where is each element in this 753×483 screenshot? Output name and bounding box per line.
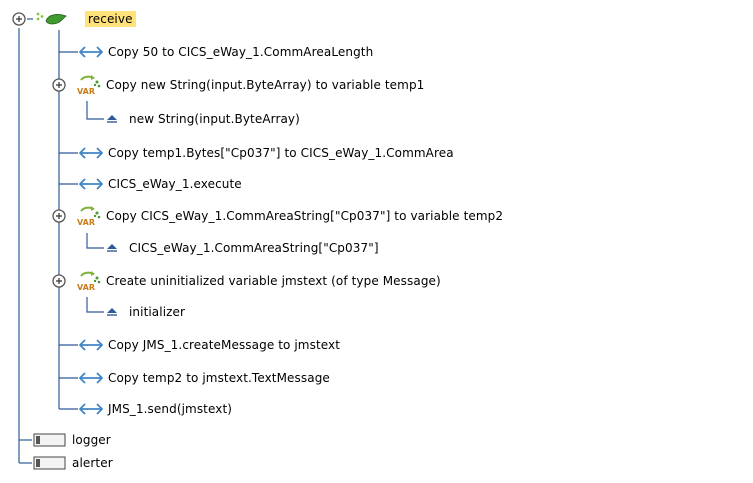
node-label: CICS_eWay_1.execute bbox=[108, 177, 242, 191]
node-label: Copy temp1.Bytes["Cp037"] to CICS_eWay_1… bbox=[108, 146, 454, 160]
tree-node-copy-commarea[interactable]: Copy temp1.Bytes["Cp037"] to CICS_eWay_1… bbox=[79, 142, 454, 164]
node-label: CICS_eWay_1.CommAreaString["Cp037"] bbox=[129, 241, 379, 255]
node-label: JMS_1.send(jmstext) bbox=[108, 402, 233, 416]
node-label: new String(input.ByteArray) bbox=[129, 112, 300, 126]
tree-node-commarea-string[interactable]: CICS_eWay_1.CommAreaString["Cp037"] bbox=[106, 237, 379, 259]
variable-icon: VAR bbox=[76, 74, 101, 96]
svg-text:VAR: VAR bbox=[77, 283, 95, 292]
copy-temp1-collapse-toggle[interactable] bbox=[51, 77, 69, 95]
component-box-icon bbox=[33, 433, 67, 447]
copy-temp2-collapse-toggle[interactable] bbox=[51, 208, 69, 226]
svg-text:VAR: VAR bbox=[77, 218, 95, 227]
receive-label: receive bbox=[85, 11, 136, 27]
tree-node-create-message[interactable]: Copy JMS_1.createMessage to jmstext bbox=[79, 334, 340, 356]
tree-node-copy-commarea-length[interactable]: Copy 50 to CICS_eWay_1.CommAreaLength bbox=[79, 41, 373, 63]
tree-node-copy-textmessage[interactable]: Copy temp2 to jmstext.TextMessage bbox=[79, 367, 330, 389]
copy-arrow-icon bbox=[79, 402, 103, 416]
tree-node-alerter[interactable]: alerter bbox=[33, 452, 113, 474]
copy-arrow-icon bbox=[79, 371, 103, 385]
tree-node-jms-send[interactable]: JMS_1.send(jmstext) bbox=[79, 398, 232, 420]
tree-node-copy-temp2[interactable]: VAR Copy CICS_eWay_1.CommAreaString["Cp0… bbox=[76, 205, 503, 227]
tree-node-receive[interactable]: receive bbox=[34, 8, 136, 30]
copy-arrow-icon bbox=[79, 177, 103, 191]
node-label: Copy 50 to CICS_eWay_1.CommAreaLength bbox=[108, 45, 374, 59]
svg-text:VAR: VAR bbox=[77, 87, 95, 96]
node-label: logger bbox=[72, 433, 111, 447]
operation-icon bbox=[34, 10, 80, 28]
copy-arrow-icon bbox=[79, 338, 103, 352]
variable-icon: VAR bbox=[76, 270, 101, 292]
node-label: Copy new String(input.ByteArray) to vari… bbox=[106, 78, 425, 92]
node-label: Copy temp2 to jmstext.TextMessage bbox=[108, 371, 330, 385]
node-label: alerter bbox=[72, 456, 113, 470]
tree-node-logger[interactable]: logger bbox=[33, 429, 111, 451]
mapping-tree: receive Copy 50 to CICS_eWay_1.CommAreaL… bbox=[0, 0, 753, 483]
root-collapse-toggle[interactable] bbox=[11, 11, 29, 29]
node-label: Create uninitialized variable jmstext (o… bbox=[106, 274, 441, 288]
tree-node-initializer[interactable]: initializer bbox=[106, 301, 185, 323]
copy-arrow-icon bbox=[79, 146, 103, 160]
component-box-icon bbox=[33, 456, 67, 470]
jmstext-collapse-toggle[interactable] bbox=[51, 273, 69, 291]
tree-node-create-jmstext[interactable]: VAR Create uninitialized variable jmstex… bbox=[76, 270, 441, 292]
triangle-up-icon bbox=[106, 242, 118, 254]
variable-icon: VAR bbox=[76, 205, 101, 227]
triangle-up-icon bbox=[106, 306, 118, 318]
triangle-up-icon bbox=[106, 113, 118, 125]
copy-arrow-icon bbox=[79, 45, 103, 59]
node-label: Copy CICS_eWay_1.CommAreaString["Cp037"]… bbox=[106, 209, 504, 223]
tree-node-new-string[interactable]: new String(input.ByteArray) bbox=[106, 108, 300, 130]
node-label: initializer bbox=[129, 305, 186, 319]
tree-node-cics-execute[interactable]: CICS_eWay_1.execute bbox=[79, 173, 242, 195]
node-label: Copy JMS_1.createMessage to jmstext bbox=[108, 338, 341, 352]
tree-node-copy-temp1[interactable]: VAR Copy new String(input.ByteArray) to … bbox=[76, 74, 424, 96]
